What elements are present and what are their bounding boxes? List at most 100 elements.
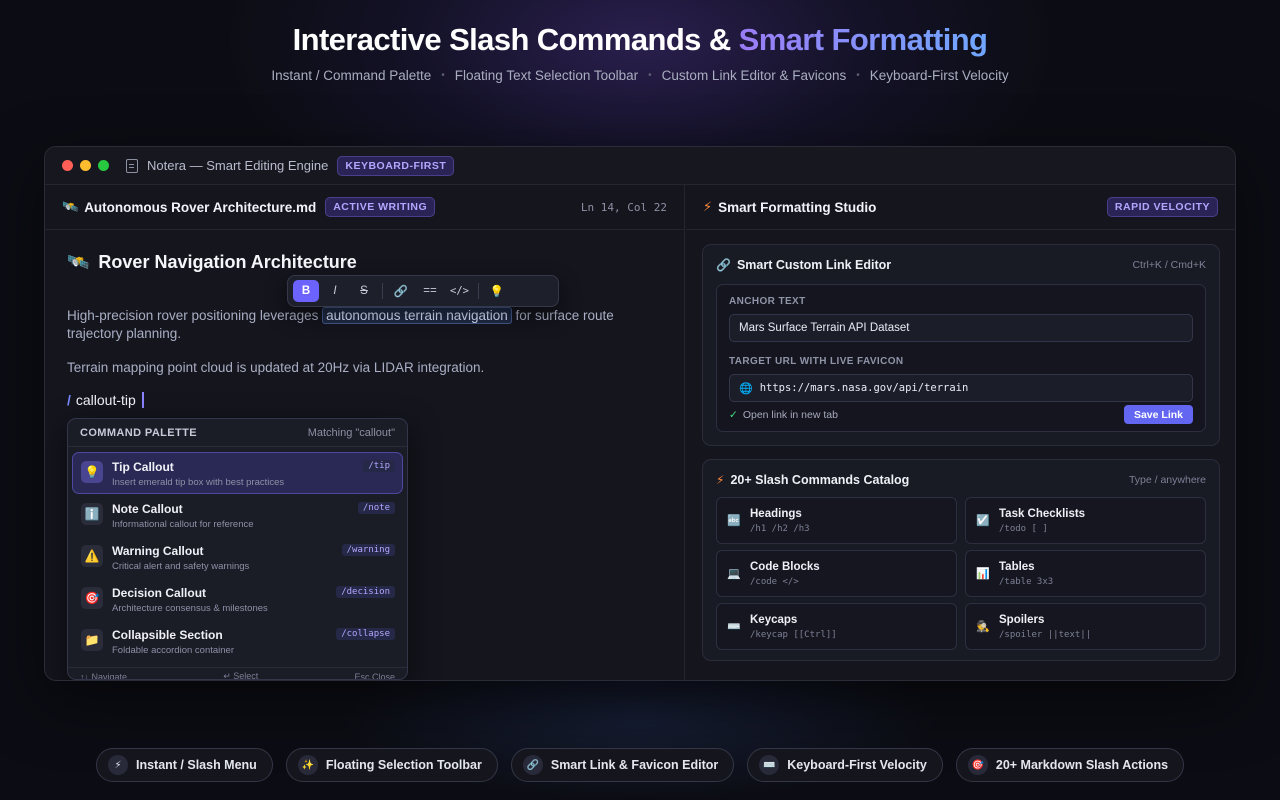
pill-link-editor[interactable]: 🔗 Smart Link & Favicon Editor <box>510 748 735 782</box>
target-icon: 🎯 <box>967 755 988 775</box>
slash-query: callout-tip <box>75 392 136 408</box>
paragraph-text: High-precision rover positioning leverag… <box>67 308 323 323</box>
feature-text: Custom Link Editor & Favicons <box>661 68 847 83</box>
pill-label: Keyboard-First Velocity <box>787 758 927 772</box>
palette-title: COMMAND PALETTE <box>80 426 198 439</box>
link-editor-card: 🔗 Smart Custom Link Editor Ctrl+K / Cmd+… <box>702 244 1220 446</box>
pill-selection-toolbar[interactable]: ✨ Floating Selection Toolbar <box>285 748 498 782</box>
item-command: /tip <box>363 460 395 472</box>
keyboard-icon: ⌨️ <box>727 621 741 633</box>
title-accent: Smart Formatting <box>738 22 988 57</box>
separator-dot: • <box>856 70 860 81</box>
catalog-item-keycaps[interactable]: ⌨️ Keycaps/keycap [[Ctrl]] <box>716 603 957 650</box>
document-icon <box>126 158 138 173</box>
slash-trigger: / <box>67 392 71 408</box>
editor-header: 🛰️ Autonomous Rover Architecture.md ACTI… <box>45 185 684 230</box>
editor-content[interactable]: 🛰️ Rover Navigation Architecture B I S 🔗… <box>45 230 684 680</box>
palette-item-tip[interactable]: 💡 Tip Callout Insert emerald tip box with… <box>72 452 403 494</box>
editor-pane: 🛰️ Autonomous Rover Architecture.md ACTI… <box>45 185 685 680</box>
feature-text: Keyboard-First Velocity <box>869 68 1009 83</box>
window-title: Notera — Smart Editing Engine <box>147 158 329 173</box>
catalog-title: 20+ Slash Commands Catalog <box>730 473 910 487</box>
palette-matching: Matching "callout" <box>307 426 395 439</box>
active-writing-badge: ACTIVE WRITING <box>325 197 436 217</box>
warning-icon: ⚠️ <box>81 545 103 567</box>
slash-command-line[interactable]: / callout-tip <box>67 392 662 408</box>
command-palette: COMMAND PALETTE Matching "callout" 💡 Tip… <box>67 418 408 680</box>
palette-item-warning[interactable]: ⚠️ Warning Callout Critical alert and saf… <box>72 536 403 578</box>
separator-dot: • <box>648 70 652 81</box>
pill-label: Smart Link & Favicon Editor <box>550 758 719 772</box>
lightning-icon: ⚡ <box>107 755 128 775</box>
catalog-item-code-blocks[interactable]: 💻 Code Blocks/code </> <box>716 550 957 597</box>
item-desc: Insert emerald tip box with best practic… <box>112 477 285 488</box>
paragraph[interactable]: Terrain mapping point cloud is updated a… <box>67 360 662 375</box>
paragraph[interactable]: High-precision rover positioning leverag… <box>67 307 657 343</box>
toolbar-divider <box>477 283 479 299</box>
url-value: https://mars.nasa.gov/api/terrain <box>759 382 969 394</box>
lightning-icon: ⚡ <box>703 199 713 214</box>
save-link-button[interactable]: Save Link <box>1123 405 1193 424</box>
item-desc: Informational callout for reference <box>112 519 254 530</box>
link-icon[interactable]: 🔗 <box>388 280 414 302</box>
item-name: Warning Callout <box>112 544 204 558</box>
target-icon: 🎯 <box>81 587 103 609</box>
catalog-item-code: /keycap [[Ctrl]] <box>750 629 837 640</box>
studio-header: ⚡ Smart Formatting Studio RAPID VELOCITY <box>686 185 1235 230</box>
pill-label: Floating Selection Toolbar <box>325 758 482 772</box>
new-tab-label: Open link in new tab <box>742 409 838 421</box>
catalog-item-code: /spoiler ||text|| <box>999 629 1092 640</box>
catalog-item-code: /todo [ ] <box>999 523 1048 534</box>
item-desc: Critical alert and safety warnings <box>112 561 250 572</box>
item-name: Note Callout <box>112 502 183 516</box>
pill-label: Instant / Slash Menu <box>135 758 257 772</box>
item-command: /collapse <box>336 628 395 640</box>
italic-button[interactable]: I <box>322 280 348 302</box>
close-window-button[interactable] <box>62 160 73 171</box>
palette-item-note[interactable]: ℹ️ Note Callout Informational callout for… <box>72 494 403 536</box>
new-tab-checkbox[interactable]: ✓ Open link in new tab <box>729 409 838 421</box>
url-input[interactable]: 🌐 https://mars.nasa.gov/api/terrain <box>729 374 1193 402</box>
catalog-item-spoilers[interactable]: 🕵️ Spoilers/spoiler ||text|| <box>965 603 1206 650</box>
strikethrough-button[interactable]: S <box>351 280 377 302</box>
code-button[interactable]: </> <box>446 280 473 302</box>
palette-item-decision[interactable]: 🎯 Decision Callout Architecture consensus… <box>72 578 403 620</box>
anchor-label: ANCHOR TEXT <box>729 296 806 307</box>
item-desc: Foldable accordion container <box>112 645 234 656</box>
url-label: TARGET URL WITH LIVE FAVICON <box>729 356 904 367</box>
palette-header: COMMAND PALETTE Matching "callout" <box>68 419 407 447</box>
folder-icon: 📁 <box>81 629 103 651</box>
feature-subline: Instant / Command Palette • Floating Tex… <box>0 68 1280 83</box>
keyboard-icon: ⌨️ <box>759 755 780 775</box>
selected-text[interactable]: autonomous terrain navigation <box>322 307 512 324</box>
anchor-text-input[interactable]: Mars Surface Terrain API Dataset <box>729 314 1193 342</box>
info-icon: ℹ️ <box>81 503 103 525</box>
catalog-item-checklists[interactable]: ☑️ Task Checklists/todo [ ] <box>965 497 1206 544</box>
detective-icon: 🕵️ <box>976 621 990 633</box>
catalog-item-code: /code </> <box>750 576 799 587</box>
navigate-hint: ↑↓ Navigate <box>80 671 128 680</box>
pill-slash-menu[interactable]: ⚡ Instant / Slash Menu <box>95 748 273 782</box>
catalog-item-name: Keycaps <box>750 613 798 626</box>
catalog-item-name: Code Blocks <box>750 560 820 573</box>
catalog-item-tables[interactable]: 📊 Tables/table 3x3 <box>965 550 1206 597</box>
link-editor-title: Smart Custom Link Editor <box>736 258 892 272</box>
lightbulb-icon[interactable]: 💡 <box>484 280 510 302</box>
catalog-item-name: Tables <box>999 560 1035 573</box>
bold-button[interactable]: B <box>293 280 319 302</box>
pill-keyboard-velocity[interactable]: ⌨️ Keyboard-First Velocity <box>747 748 943 782</box>
catalog-item-headings[interactable]: 🔤 Headings/h1 /h2 /h3 <box>716 497 957 544</box>
satellite-icon: 🛰️ <box>67 252 90 272</box>
minimize-window-button[interactable] <box>80 160 91 171</box>
pill-label: 20+ Markdown Slash Actions <box>995 758 1169 772</box>
text-caret <box>141 392 144 408</box>
link-icon: 🔗 <box>716 258 731 272</box>
pill-markdown-actions[interactable]: 🎯 20+ Markdown Slash Actions <box>955 748 1185 782</box>
palette-item-collapse[interactable]: 📁 Collapsible Section Foldable accordion … <box>72 620 403 662</box>
title-main: Interactive Slash Commands & <box>292 22 739 57</box>
document-heading[interactable]: 🛰️ Rover Navigation Architecture <box>67 252 662 273</box>
catalog-item-code: /table 3x3 <box>999 576 1054 587</box>
maximize-window-button[interactable] <box>98 160 109 171</box>
keyboard-first-badge: KEYBOARD-FIRST <box>337 155 455 176</box>
highlight-button[interactable]: == <box>417 280 443 302</box>
